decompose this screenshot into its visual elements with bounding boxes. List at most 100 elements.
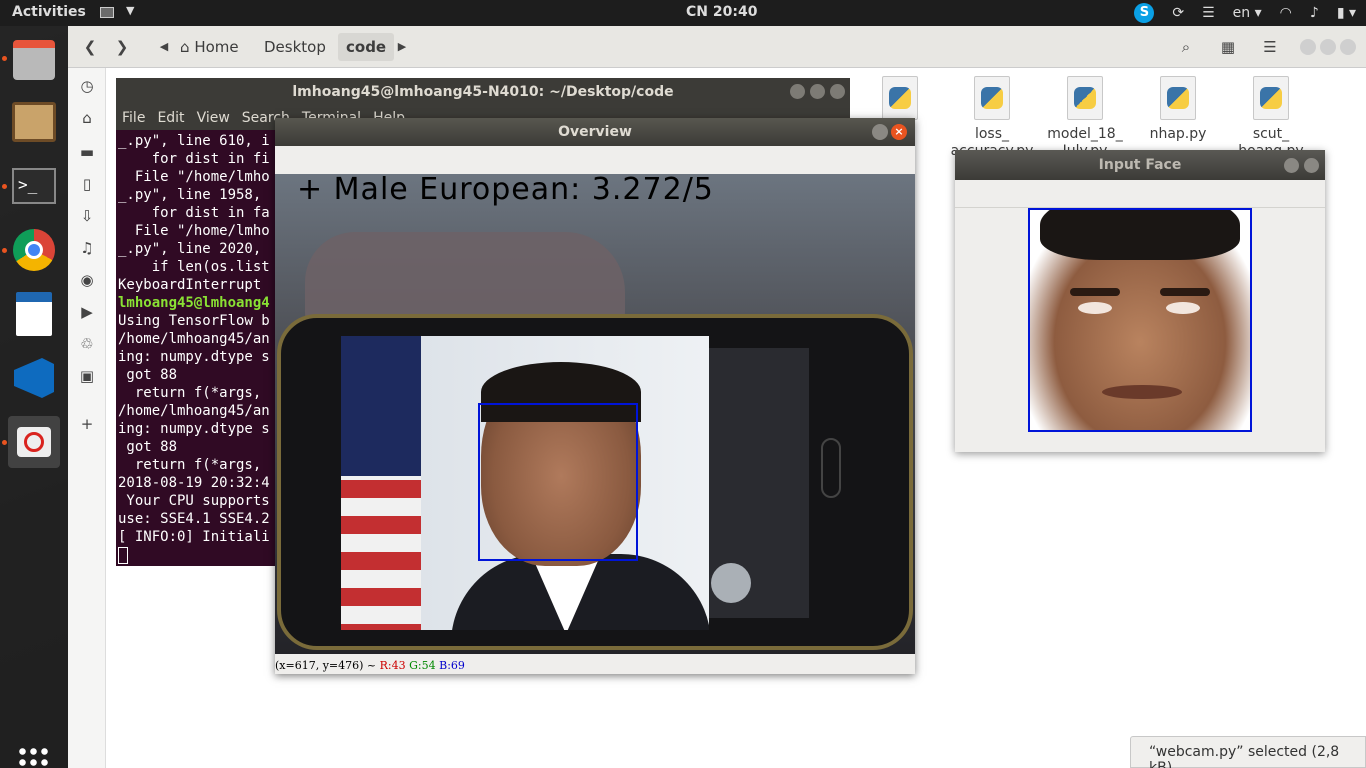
- menu-icon[interactable]: ☰: [1256, 33, 1284, 61]
- file-item[interactable]: model_18_July.py: [1040, 76, 1130, 160]
- terminal-line: Using TensorFlow b: [118, 313, 270, 329]
- terminal-line: _.py", line 2020,: [118, 241, 262, 257]
- running-indicator: [2, 56, 7, 61]
- blocked-app-icon: [17, 427, 51, 457]
- recent-icon[interactable]: ◷: [77, 76, 97, 96]
- home-icon[interactable]: ⌂: [77, 108, 97, 128]
- prediction-label: + Male European: 3.272/5: [297, 174, 714, 207]
- forward-button[interactable]: ❯: [108, 33, 136, 61]
- python-file-icon: [1160, 76, 1196, 120]
- network-drive-icon[interactable]: ▣: [77, 366, 97, 386]
- files-launcher[interactable]: [8, 34, 60, 86]
- terminal-icon: >_: [12, 168, 56, 204]
- input-face-minimize-button[interactable]: [1284, 158, 1299, 173]
- vscode-icon: [14, 358, 54, 398]
- terminal-line: use: SSE4.1 SSE4.2: [118, 511, 270, 527]
- view-options-icon[interactable]: ▦: [1214, 33, 1242, 61]
- input-face-toolbar: [955, 180, 1325, 208]
- python-file-icon: [1067, 76, 1103, 120]
- wifi-icon[interactable]: ◠: [1280, 5, 1292, 21]
- blue-value: B:69: [439, 659, 465, 672]
- terminal-minimize-button[interactable]: [790, 84, 805, 99]
- left-eye: [1078, 302, 1112, 314]
- input-face-window: Input Face: [955, 150, 1325, 452]
- chrome-launcher[interactable]: [8, 224, 60, 276]
- cropped-face-image[interactable]: [1028, 208, 1252, 432]
- file-item[interactable]: loss_accuracy.py: [947, 76, 1037, 160]
- back-button[interactable]: ❮: [76, 33, 104, 61]
- terminal-cursor-line: [118, 546, 270, 564]
- vscode-launcher[interactable]: [8, 352, 60, 404]
- right-eye: [1166, 302, 1200, 314]
- overview-window: Overview × + Male European: 3.272/5 (x=6…: [275, 118, 915, 674]
- terminal-launcher[interactable]: >_: [8, 160, 60, 212]
- terminal-line: ing: numpy.dtype s: [118, 421, 270, 437]
- notes-icon[interactable]: ☰: [1202, 5, 1215, 21]
- running-indicator: [2, 440, 7, 445]
- videos-icon[interactable]: ▶: [77, 302, 97, 322]
- terminal-line: for dist in fi: [118, 151, 270, 167]
- terminal-maximize-button[interactable]: [810, 84, 825, 99]
- phone-camera: [711, 563, 751, 603]
- trash-icon[interactable]: ♲: [77, 334, 97, 354]
- terminal-line: 2018-08-19 20:32:4: [118, 475, 270, 491]
- terminal-title: lmhoang45@lmhoang45-N4010: ~/Desktop/cod…: [116, 78, 850, 106]
- ebook-launcher[interactable]: [8, 96, 60, 148]
- app-grid-icon[interactable]: [17, 746, 51, 768]
- close-button[interactable]: [1340, 39, 1356, 55]
- overview-close-button[interactable]: ×: [891, 124, 907, 140]
- overview-minimize-button[interactable]: [872, 124, 888, 140]
- flag-image: [341, 336, 421, 630]
- writer-launcher[interactable]: [8, 288, 60, 340]
- cursor-position: (x=617, y=476) ~: [275, 659, 380, 672]
- update-icon[interactable]: ⟳: [1172, 5, 1184, 21]
- terminal-output: _.py", line 610, i for dist in fi File "…: [118, 132, 270, 564]
- volume-icon[interactable]: ♪: [1310, 5, 1319, 21]
- language-indicator[interactable]: en ▾: [1233, 5, 1262, 21]
- camera-icon[interactable]: ◉: [77, 270, 97, 290]
- menu-view[interactable]: View: [197, 106, 230, 130]
- left-eyebrow: [1070, 288, 1120, 296]
- input-face-title: Input Face: [955, 150, 1325, 180]
- green-value: G:54: [409, 659, 436, 672]
- top-bar: Activities ▼ CN 20:40 S ⟳ ☰ en ▾ ◠ ♪ ▮ ▾: [0, 0, 1366, 26]
- file-item[interactable]: scut_hoang.py: [1226, 76, 1316, 160]
- breadcrumb-label: Home: [194, 38, 239, 56]
- input-face-close-button[interactable]: [1304, 158, 1319, 173]
- python-file-icon: [974, 76, 1010, 120]
- terminal-line: return f(*args,: [118, 457, 262, 473]
- python-app-launcher[interactable]: [8, 416, 60, 468]
- file-item[interactable]: nhap.py: [1133, 76, 1223, 143]
- terminal-cursor: [118, 546, 128, 564]
- breadcrumb-code[interactable]: code: [338, 33, 395, 61]
- terminal-line: for dist in fa: [118, 205, 270, 221]
- chevron-down-icon[interactable]: ▼: [126, 4, 134, 17]
- music-icon[interactable]: ♫: [77, 238, 97, 258]
- breadcrumb-desktop[interactable]: Desktop: [256, 33, 334, 61]
- home-icon: ⌂: [180, 38, 190, 56]
- documents-icon[interactable]: ▯: [77, 174, 97, 194]
- clock[interactable]: CN 20:40: [686, 4, 757, 20]
- menu-edit[interactable]: Edit: [157, 106, 184, 130]
- menu-file[interactable]: File: [122, 106, 145, 130]
- battery-icon[interactable]: ▮ ▾: [1337, 5, 1356, 21]
- app-menu-icon[interactable]: [100, 7, 114, 18]
- downloads-icon[interactable]: ⇩: [77, 206, 97, 226]
- search-icon[interactable]: ⌕: [1172, 33, 1200, 61]
- maximize-button[interactable]: [1320, 39, 1336, 55]
- terminal-line: return f(*args,: [118, 385, 262, 401]
- add-location-icon[interactable]: +: [77, 414, 97, 434]
- minimize-button[interactable]: [1300, 39, 1316, 55]
- breadcrumb-home[interactable]: ⌂ Home: [172, 33, 247, 61]
- activities-button[interactable]: Activities: [12, 4, 86, 20]
- python-file-icon: [882, 76, 918, 120]
- terminal-line: if len(os.list: [118, 259, 270, 275]
- folder-icon[interactable]: ▬: [77, 142, 97, 162]
- terminal-line: Your CPU supports: [118, 493, 270, 509]
- phone-home-button: [821, 438, 841, 498]
- terminal-close-button[interactable]: [830, 84, 845, 99]
- skype-icon[interactable]: S: [1134, 3, 1155, 23]
- path-right-arrow[interactable]: ▶: [388, 33, 416, 61]
- file-manager-sidebar: ◷ ⌂ ▬ ▯ ⇩ ♫ ◉ ▶ ♲ ▣ +: [68, 68, 106, 768]
- terminal-line: /home/lmhoang45/an: [118, 331, 270, 347]
